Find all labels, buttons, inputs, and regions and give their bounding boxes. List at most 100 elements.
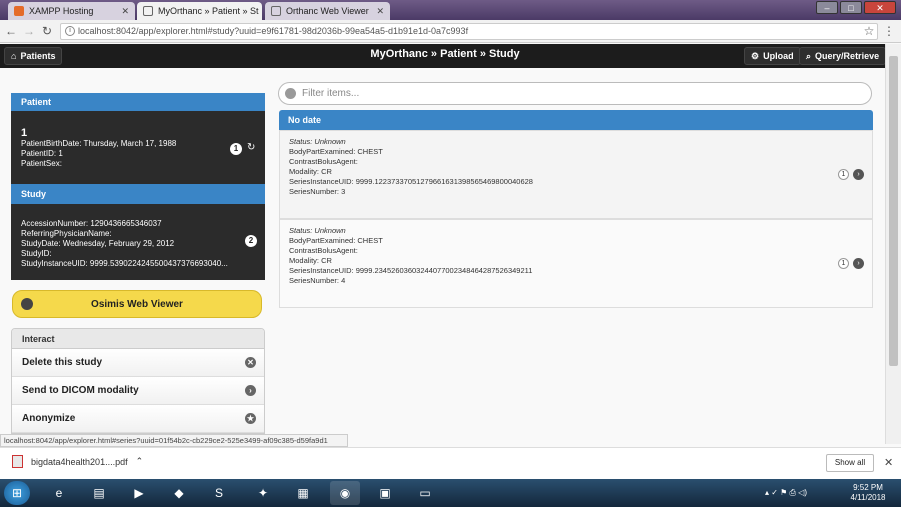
clock-date: 4/11/2018 bbox=[850, 493, 886, 502]
delete-study-button[interactable]: Delete this study ✕ bbox=[12, 349, 264, 377]
xampp-icon bbox=[14, 6, 24, 16]
patients-button[interactable]: ⌂ Patients bbox=[4, 47, 63, 65]
query-retrieve-button[interactable]: ⌕ Query/Retrieve bbox=[799, 47, 887, 65]
interact-panel: Interact Delete this study ✕ Send to DIC… bbox=[11, 328, 265, 434]
filter-input[interactable]: Filter items... bbox=[278, 82, 872, 105]
menu-icon[interactable]: ⋮ bbox=[882, 24, 896, 38]
tray-icons[interactable]: ▴ ✓ ⚑ ⎙ ◁) bbox=[765, 488, 807, 498]
home-icon: ⌂ bbox=[11, 51, 17, 61]
close-icon[interactable]: ✕ bbox=[376, 6, 384, 17]
series-number: SeriesNumber: 3 bbox=[289, 187, 346, 196]
forward-icon[interactable]: → bbox=[22, 24, 36, 38]
tab-label: MyOrthanc » Patient » St bbox=[158, 6, 259, 16]
instance-count-badge: 1 bbox=[838, 258, 849, 269]
reload-icon[interactable]: ↻ bbox=[40, 24, 54, 38]
ie-icon[interactable]: e bbox=[44, 481, 74, 505]
chevron-up-icon[interactable]: ⌃ bbox=[136, 456, 144, 467]
tab-label: Orthanc Web Viewer bbox=[286, 6, 369, 16]
series-item[interactable]: Status: Unknown BodyPartExamined: CHEST … bbox=[279, 219, 873, 308]
page-title: MyOrthanc » Patient » Study bbox=[370, 48, 520, 60]
clock-time: 9:52 PM bbox=[853, 483, 883, 492]
study-header: Study bbox=[11, 184, 265, 204]
series-group-header: No date bbox=[279, 110, 873, 130]
series-number: SeriesNumber: 4 bbox=[289, 276, 346, 285]
tab-myorthanc[interactable]: MyOrthanc » Patient » St ✕ bbox=[137, 2, 262, 20]
series-body-part: BodyPartExamined: CHEST bbox=[289, 236, 383, 245]
delete-label: Delete this study bbox=[22, 357, 103, 368]
patient-header: Patient bbox=[11, 93, 265, 111]
delete-icon: ✕ bbox=[245, 357, 256, 368]
close-icon[interactable]: ✕ bbox=[884, 456, 893, 469]
url-text: localhost:8042/app/explorer.html#study?u… bbox=[78, 26, 469, 36]
patients-label: Patients bbox=[20, 51, 56, 61]
sublime-icon[interactable]: S bbox=[204, 481, 234, 505]
instance-count-badge: 1 bbox=[838, 169, 849, 180]
chevron-right-icon[interactable]: › bbox=[853, 258, 864, 269]
anonymize-button[interactable]: Anonymize ★ bbox=[12, 405, 264, 433]
series-item[interactable]: Status: Unknown BodyPartExamined: CHEST … bbox=[279, 130, 873, 219]
study-info[interactable]: AccessionNumber: 1290436665346037 Referr… bbox=[11, 204, 265, 280]
series-contrast: ContrastBolusAgent: bbox=[289, 246, 358, 255]
pdf-icon bbox=[12, 455, 23, 468]
upload-button[interactable]: ⚙ Upload bbox=[744, 47, 801, 65]
close-window-button[interactable]: ✕ bbox=[864, 1, 896, 14]
app-icon[interactable]: ▦ bbox=[288, 481, 318, 505]
browser-titlebar bbox=[0, 0, 901, 20]
query-label: Query/Retrieve bbox=[815, 51, 880, 61]
patient-name: 1 bbox=[21, 127, 28, 139]
scrollbar-thumb[interactable] bbox=[889, 56, 898, 366]
show-all-button[interactable]: Show all bbox=[826, 454, 874, 472]
gear-icon: ⚙ bbox=[751, 50, 760, 61]
page-icon bbox=[271, 6, 281, 16]
app-icon[interactable]: ◆ bbox=[164, 481, 194, 505]
series-status: Status: Unknown bbox=[289, 137, 346, 146]
series-uid: SeriesInstanceUID: 9999.2345260360324407… bbox=[289, 266, 533, 275]
osimis-label: Osimis Web Viewer bbox=[91, 298, 183, 310]
info-icon[interactable]: i bbox=[65, 26, 75, 36]
osimis-viewer-button[interactable]: Osimis Web Viewer bbox=[12, 290, 262, 318]
page-scrollbar[interactable] bbox=[885, 44, 901, 444]
chrome-icon[interactable]: ◉ bbox=[330, 481, 360, 505]
chevron-right-icon[interactable]: › bbox=[853, 169, 864, 180]
url-input[interactable]: i localhost:8042/app/explorer.html#study… bbox=[60, 23, 878, 40]
image-viewer-icon[interactable]: ▭ bbox=[410, 481, 440, 505]
study-date: StudyDate: Wednesday, February 29, 2012 bbox=[21, 239, 175, 248]
series-modality: Modality: CR bbox=[289, 167, 332, 176]
back-icon[interactable]: ← bbox=[4, 24, 18, 38]
close-icon[interactable]: ✕ bbox=[121, 6, 129, 17]
study-count-badge: 2 bbox=[245, 235, 257, 247]
terminal-icon[interactable]: ▣ bbox=[370, 481, 400, 505]
minimize-button[interactable]: – bbox=[816, 1, 838, 14]
anonymize-label: Anonymize bbox=[22, 413, 76, 424]
maximize-button[interactable]: □ bbox=[840, 1, 862, 14]
tab-label: XAMPP Hosting bbox=[29, 6, 94, 16]
patient-info[interactable]: 1 PatientBirthDate: Thursday, March 17, … bbox=[11, 111, 265, 184]
download-item[interactable]: bigdata4health201....pdf ⌃ bbox=[12, 455, 143, 468]
explorer-icon[interactable]: ▤ bbox=[84, 481, 114, 505]
patient-id: PatientID: 1 bbox=[21, 149, 63, 158]
send-dicom-button[interactable]: Send to DICOM modality › bbox=[12, 377, 264, 405]
tab-orthanc-viewer[interactable]: Orthanc Web Viewer ✕ bbox=[265, 2, 390, 20]
series-uid: SeriesInstanceUID: 9999.1223733705127966… bbox=[289, 177, 533, 186]
interact-header: Interact bbox=[12, 329, 264, 349]
referring-physician: ReferringPhysicianName: bbox=[21, 229, 112, 238]
refresh-icon[interactable]: ↻ bbox=[247, 142, 255, 153]
send-label: Send to DICOM modality bbox=[22, 385, 139, 396]
bookmark-star-icon[interactable]: ☆ bbox=[862, 24, 876, 38]
accession-number: AccessionNumber: 1290436665346037 bbox=[21, 219, 162, 228]
tab-xampp[interactable]: XAMPP Hosting ✕ bbox=[8, 2, 135, 20]
start-button[interactable]: ⊞ bbox=[4, 481, 30, 505]
series-modality: Modality: CR bbox=[289, 256, 332, 265]
clock[interactable]: 9:52 PM 4/11/2018 bbox=[840, 483, 896, 503]
upload-label: Upload bbox=[763, 51, 794, 61]
app-icon[interactable]: ✦ bbox=[248, 481, 278, 505]
study-instance-uid: StudyInstanceUID: 9999.53902242455004373… bbox=[21, 259, 228, 268]
series-status: Status: Unknown bbox=[289, 226, 346, 235]
star-icon: ★ bbox=[245, 413, 256, 424]
series-body-part: BodyPartExamined: CHEST bbox=[289, 147, 383, 156]
viewer-icon bbox=[21, 298, 33, 310]
page-icon bbox=[143, 6, 153, 16]
media-icon[interactable]: ▶ bbox=[124, 481, 154, 505]
patient-sex: PatientSex: bbox=[21, 159, 62, 168]
search-icon bbox=[285, 88, 296, 99]
